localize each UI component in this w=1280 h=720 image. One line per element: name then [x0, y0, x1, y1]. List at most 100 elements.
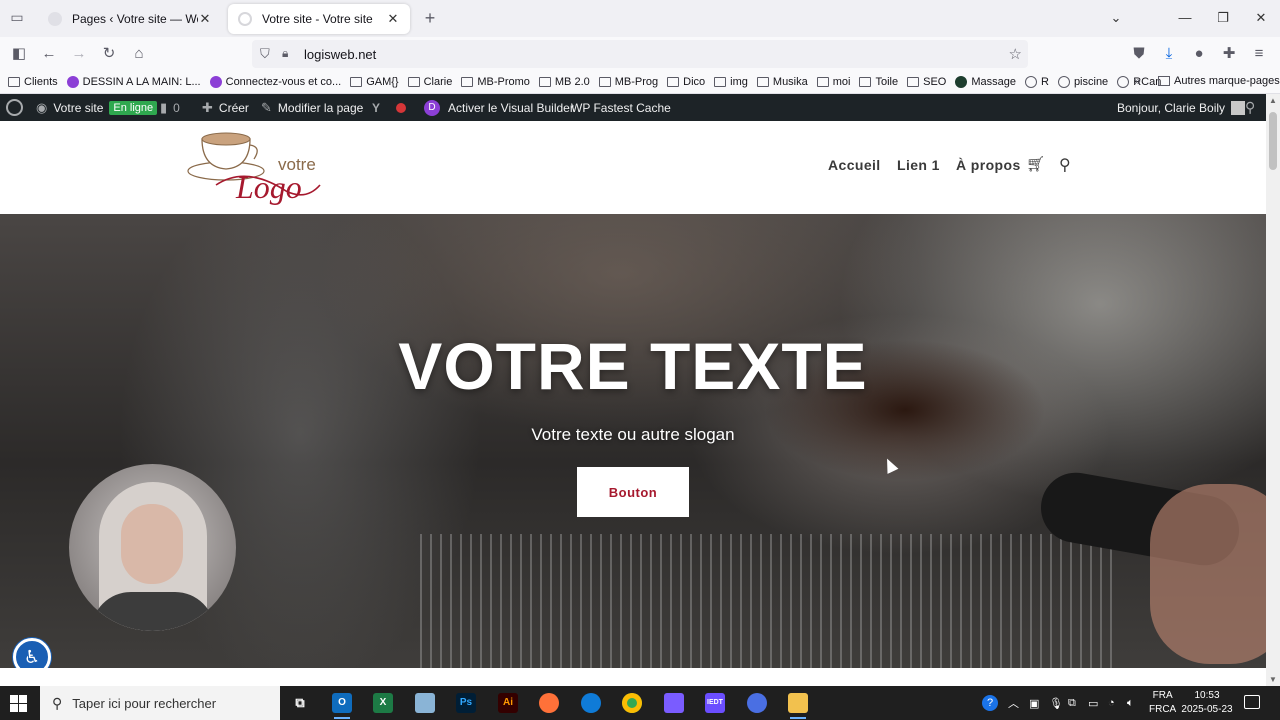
tab-overflow-chevron-icon[interactable]: ⌄: [1102, 8, 1130, 28]
close-window-icon[interactable]: ✕: [1247, 8, 1275, 28]
bookmark-star-icon[interactable]: ☆: [1009, 45, 1022, 63]
pocket-icon[interactable]: ⛊: [1130, 45, 1148, 63]
microphone-icon[interactable]: 🎙︎: [1049, 686, 1063, 720]
network-icon[interactable]: ◔: [1108, 686, 1115, 720]
bookmark-item[interactable]: Dico: [667, 76, 705, 88]
create-menu[interactable]: ✚ Créer: [202, 94, 249, 121]
back-icon[interactable]: ←: [40, 45, 58, 63]
yoast-seo-icon[interactable]: Y: [372, 94, 380, 121]
admin-site-link[interactable]: ◉ Votre site En ligne: [36, 94, 158, 121]
search-icon[interactable]: ⚲: [1059, 155, 1071, 175]
copilot-icon[interactable]: [664, 693, 684, 713]
hero-cta-button[interactable]: Bouton: [577, 467, 689, 517]
bookmark-item[interactable]: Toile: [859, 76, 898, 88]
bookmark-item[interactable]: Musika: [756, 76, 808, 88]
site-logo[interactable]: votre Logo: [186, 125, 324, 209]
user-menu[interactable]: Bonjour, Clarie Boily: [1117, 94, 1246, 121]
new-tab-icon[interactable]: +: [420, 8, 440, 28]
tray-window-icon[interactable]: ⧉: [1068, 686, 1076, 720]
bookmark-item[interactable]: SEO: [907, 76, 946, 88]
battery-icon[interactable]: ▭: [1088, 686, 1098, 720]
app-settings-icon[interactable]: [747, 693, 767, 713]
cart-icon[interactable]: 🛒︎: [1026, 155, 1045, 173]
photoshop-icon[interactable]: Ps: [456, 693, 476, 713]
scroll-up-icon[interactable]: ▲: [1266, 96, 1280, 105]
page-scrollbar[interactable]: ▲ ▼: [1266, 94, 1280, 686]
minimize-icon[interactable]: —: [1171, 8, 1199, 28]
bookmark-item[interactable]: MB 2.0: [538, 76, 590, 88]
windows-start-icon[interactable]: [10, 695, 27, 712]
tab-strip: ▭ Pages ‹ Votre site — WordPress ✕ Votre…: [0, 0, 1280, 37]
bookmark-item[interactable]: R: [1024, 76, 1049, 88]
language-indicator[interactable]: FRA FRCA: [1149, 689, 1176, 717]
bookmark-item[interactable]: DESSIN A LA MAIN: L...: [66, 76, 201, 88]
excel-icon[interactable]: X: [373, 693, 393, 713]
reload-icon[interactable]: ↻: [100, 45, 118, 63]
other-bookmarks[interactable]: Autres marque-pages: [1158, 75, 1280, 87]
bookmark-item[interactable]: piscine: [1057, 76, 1108, 88]
account-icon[interactable]: ●: [1190, 45, 1208, 63]
wordpress-logo-icon[interactable]: [6, 94, 23, 121]
scroll-down-icon[interactable]: ▼: [1266, 675, 1280, 684]
clock[interactable]: 10:53 2025-05-23: [1180, 689, 1234, 717]
bookmark-item[interactable]: moi: [816, 76, 850, 88]
home-icon[interactable]: ⌂: [130, 45, 148, 63]
bookmark-item[interactable]: Massage: [955, 76, 1016, 88]
folder-icon: [907, 77, 920, 87]
bookmark-item[interactable]: MB-Promo: [461, 76, 530, 88]
folder-icon: [1158, 76, 1170, 86]
scrollbar-thumb[interactable]: [1269, 112, 1277, 170]
menu-icon[interactable]: ≡: [1250, 45, 1268, 63]
tracking-shield-icon[interactable]: ⛉: [260, 46, 270, 62]
chrome-icon[interactable]: [622, 693, 642, 713]
tray-chevron-icon[interactable]: ︿: [1008, 686, 1019, 720]
restore-icon[interactable]: ❐: [1209, 8, 1237, 28]
bookmark-favicon: [955, 76, 968, 88]
forward-icon[interactable]: →: [70, 45, 88, 63]
seo-status-dot[interactable]: [396, 94, 406, 121]
bookmark-item[interactable]: MB-Prog: [598, 76, 658, 88]
bookmark-item[interactable]: img: [714, 76, 748, 88]
illustrator-icon[interactable]: Ai: [498, 693, 518, 713]
notifications-icon[interactable]: [1244, 695, 1260, 709]
taskbar-search[interactable]: ⚲ Taper ici pour rechercher: [40, 686, 280, 720]
firefox-icon[interactable]: [539, 693, 559, 713]
nav-lien-1[interactable]: Lien 1: [897, 157, 940, 173]
edit-page-link[interactable]: ✎ Modifier la page: [261, 94, 363, 121]
tray-app-icon[interactable]: ▣: [1029, 686, 1039, 720]
outlook-icon[interactable]: O: [332, 693, 352, 719]
wp-fastest-cache-link[interactable]: WP Fastest Cache: [571, 94, 671, 121]
close-tab-icon[interactable]: ✕: [386, 11, 400, 27]
file-explorer-icon[interactable]: [788, 693, 808, 719]
bookmark-item[interactable]: Clarie: [407, 76, 452, 88]
tab-list-icon[interactable]: ▭: [8, 9, 26, 27]
bookmark-label: R: [1040, 76, 1049, 88]
extensions-icon[interactable]: ✚: [1220, 45, 1238, 63]
edge-icon[interactable]: [581, 693, 601, 713]
more-bookmarks-icon[interactable]: »: [1134, 74, 1141, 88]
volume-icon[interactable]: 🔈︎: [1127, 686, 1134, 720]
address-bar[interactable]: ⛉ 🔒︎ logisweb.net ☆: [252, 40, 1028, 68]
lock-icon[interactable]: 🔒︎: [282, 46, 288, 61]
comments-link[interactable]: ▮ 0: [160, 94, 180, 121]
visual-builder-link[interactable]: D Activer le Visual Builder: [424, 94, 574, 121]
admin-search-icon[interactable]: ⚲: [1245, 94, 1255, 121]
close-tab-icon[interactable]: ✕: [198, 11, 212, 27]
help-icon[interactable]: ?: [982, 686, 998, 720]
downloads-icon[interactable]: ⤓: [1160, 45, 1178, 63]
bookmark-item[interactable]: GAM{}: [350, 76, 399, 88]
nav-a-propos[interactable]: À propos: [956, 157, 1021, 173]
user-greeting: Bonjour, Clarie Boily: [1117, 100, 1226, 115]
accessibility-icon[interactable]: ♿︎: [13, 638, 51, 668]
url-text[interactable]: logisweb.net: [304, 47, 376, 62]
tab-votre-site[interactable]: Votre site - Votre site ✕: [228, 4, 410, 34]
notepad-icon[interactable]: [415, 693, 435, 713]
bookmark-item[interactable]: Connectez-vous et co...: [209, 76, 341, 88]
bookmark-item[interactable]: Clients: [8, 76, 58, 88]
iedt-icon[interactable]: IEDT: [705, 693, 725, 713]
sidebar-icon[interactable]: ◧: [10, 45, 28, 63]
nav-accueil[interactable]: Accueil: [828, 157, 881, 173]
mouse-cursor-icon: [881, 456, 899, 474]
tab-pages-wordpress[interactable]: Pages ‹ Votre site — WordPress ✕: [38, 4, 222, 34]
task-view-icon[interactable]: ⧉: [290, 693, 310, 713]
